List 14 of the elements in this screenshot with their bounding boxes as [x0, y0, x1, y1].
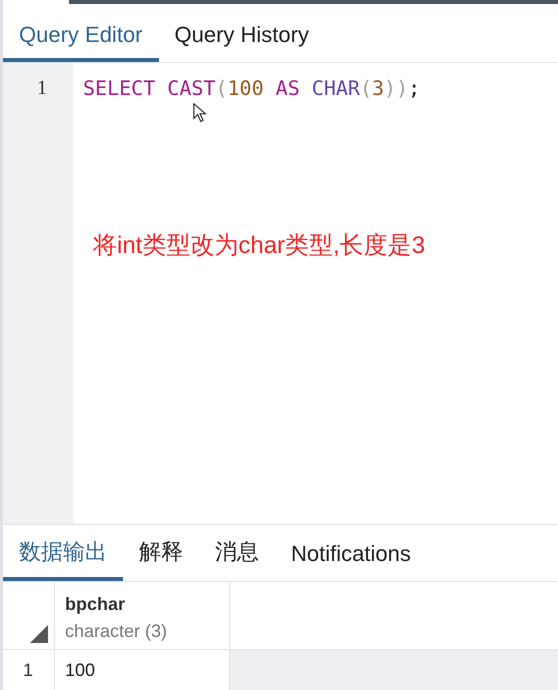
row-number: 1 [3, 650, 55, 690]
output-tab[interactable]: 数据输出 [3, 537, 123, 581]
line-number: 1 [37, 76, 47, 101]
code-line: SELECT CAST(100 AS CHAR(3)); [83, 75, 420, 101]
mouse-pointer-icon [193, 103, 207, 123]
output-tab[interactable]: 消息 [199, 537, 275, 581]
column-header[interactable]: bpchar character (3) [55, 582, 230, 650]
annotation-text: 将int类型改为char类型,长度是3 [93, 231, 426, 261]
column-type: character (3) [65, 621, 168, 642]
column-name: bpchar [65, 594, 126, 615]
select-all-corner-icon[interactable] [30, 625, 48, 643]
editor-tab[interactable]: Query History [158, 22, 325, 62]
output-tab[interactable]: Notifications [275, 541, 427, 581]
output-tab[interactable]: 解释 [123, 537, 199, 581]
